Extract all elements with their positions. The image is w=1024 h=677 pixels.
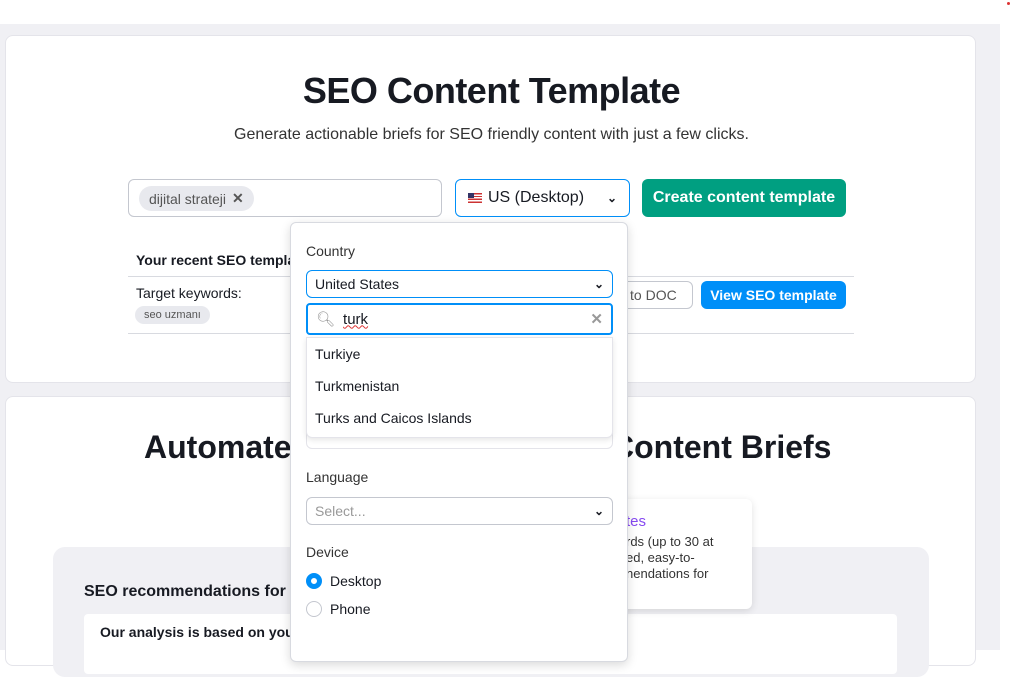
remove-chip-icon[interactable]: ✕ <box>232 190 244 207</box>
page-title: SEO Content Template <box>302 70 681 111</box>
language-select[interactable]: Select... ⌄ <box>306 497 613 525</box>
language-placeholder: Select... <box>315 503 366 519</box>
notification-dot <box>1007 2 1010 5</box>
seo-recommendations-heading: SEO recommendations for <box>84 583 286 600</box>
country-options-list: Turkiye Turkmenistan Turks and Caicos Is… <box>306 337 613 438</box>
promo-title: tes <box>626 513 647 530</box>
chevron-down-icon: ⌄ <box>606 191 617 205</box>
country-label: Country <box>306 243 356 259</box>
recent-keyword-chip: seo uzmanı <box>135 306 210 324</box>
target-keywords-label: Target keywords: <box>136 285 242 301</box>
section-title-left: Automate <box>144 429 292 465</box>
us-flag-icon <box>468 193 482 203</box>
clear-icon[interactable]: ✕ <box>590 310 603 328</box>
device-option-label: Desktop <box>330 573 382 589</box>
country-option[interactable]: Turks and Caicos Islands <box>307 402 612 434</box>
section-title-right: Content Briefs <box>611 429 832 465</box>
device-label: Device <box>306 544 349 560</box>
keyword-chip: dijital strateji ✕ <box>139 186 254 211</box>
keyword-chip-label: dijital strateji <box>149 190 227 207</box>
location-select[interactable]: US (Desktop) ⌄ <box>455 179 630 217</box>
device-radio-desktop[interactable]: Desktop <box>306 573 381 589</box>
recent-templates-heading: Your recent SEO templa <box>136 252 296 268</box>
promo-line: nendations for <box>626 566 709 581</box>
location-dropdown-panel: Country United States ⌄ 🔍︎ turk ✕ Turkiye… <box>290 222 628 662</box>
search-icon: 🔍︎ <box>316 311 336 328</box>
chevron-down-icon: ⌄ <box>593 277 604 291</box>
radio-checked-icon <box>306 573 322 589</box>
country-select[interactable]: United States ⌄ <box>306 270 613 298</box>
search-value: turk <box>343 310 369 328</box>
chevron-down-icon: ⌄ <box>593 504 604 518</box>
promo-line: ed, easy-to- <box>626 550 695 565</box>
language-label: Language <box>306 469 369 485</box>
radio-unchecked-icon <box>306 601 322 617</box>
page-subtitle: Generate actionable briefs for SEO frien… <box>234 126 749 143</box>
country-option[interactable]: Turkiye <box>307 338 612 370</box>
location-value: US (Desktop) <box>488 189 585 206</box>
promo-line: rds (up to 30 at <box>626 534 714 549</box>
country-value: United States <box>315 276 400 292</box>
country-search-input[interactable]: 🔍︎ turk ✕ <box>306 303 613 335</box>
keyword-input[interactable]: dijital strateji ✕ <box>128 179 442 217</box>
create-content-template-button[interactable]: Create content template <box>642 179 846 217</box>
country-option[interactable]: Turkmenistan <box>307 370 612 402</box>
device-option-label: Phone <box>330 601 371 617</box>
view-seo-template-button[interactable]: View SEO template <box>701 281 846 309</box>
device-radio-phone[interactable]: Phone <box>306 601 370 617</box>
analysis-text: Our analysis is based on you <box>100 624 294 640</box>
